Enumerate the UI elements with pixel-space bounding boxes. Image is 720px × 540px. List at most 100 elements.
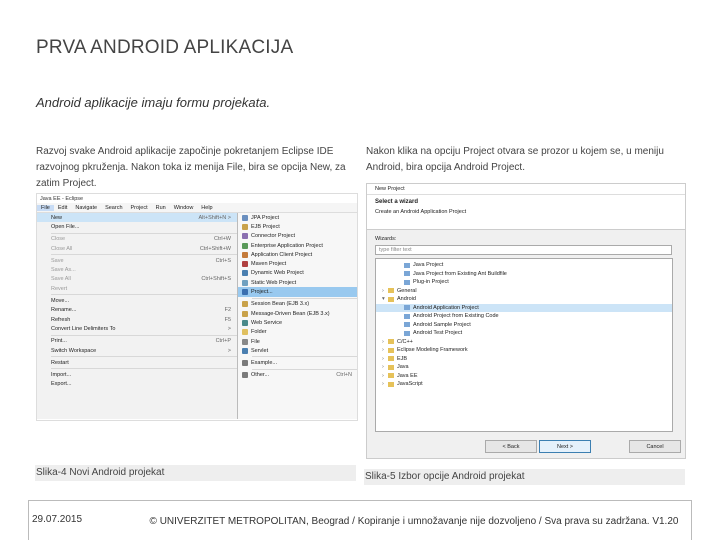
wizard-tree-item-label: Plug-in Project xyxy=(413,279,449,286)
file-menu-item-label: Revert xyxy=(51,285,68,292)
menubar-item[interactable]: Window xyxy=(170,205,198,211)
file-menu-item[interactable]: Convert Line Delimiters To > xyxy=(37,324,237,333)
file-menu-item[interactable]: Switch Workspace > xyxy=(37,346,237,355)
file-menu-item[interactable]: Rename... F2 xyxy=(37,306,237,315)
footer-left-divider xyxy=(28,500,29,540)
wizard-tree-item-label: Android Application Project xyxy=(413,304,479,311)
file-menu-item[interactable]: New Alt+Shift+N > xyxy=(37,213,237,223)
file-menu-item-shortcut: Ctrl+Shift+S xyxy=(201,276,231,283)
new-submenu: JPA Project EJB Project Connector Project E… xyxy=(237,213,357,419)
wizard-tree-item-label: Android Project from Existing Code xyxy=(413,313,499,320)
menu-separator xyxy=(51,294,237,296)
wizard-tree-item[interactable]: › JavaScript xyxy=(376,380,672,389)
new-submenu-item-label: Dynamic Web Project xyxy=(251,270,304,277)
file-menu-item[interactable]: Close All Ctrl+Shift+W xyxy=(37,244,237,253)
wizard-tree-item[interactable]: › EJB xyxy=(376,355,672,364)
file-menu-item[interactable]: Refresh F5 xyxy=(37,315,237,324)
wizard-tree-item[interactable]: Plug-in Project xyxy=(376,278,672,287)
wizard-icon xyxy=(404,262,410,268)
wizard-tree: Java Project Java Project from Existing A… xyxy=(375,258,673,432)
wizard-icon xyxy=(404,330,410,336)
caption-left: Slika-4 Novi Android projekat xyxy=(35,465,356,481)
wizard-tree-item[interactable]: Java Project xyxy=(376,261,672,270)
file-menu-item[interactable]: Restart xyxy=(37,358,237,367)
wizard-tree-item[interactable]: › Java EE xyxy=(376,372,672,381)
wizard-tree-item[interactable]: Android Project from Existing Code xyxy=(376,312,672,321)
menubar-item[interactable]: Navigate xyxy=(71,205,101,211)
project-type-icon xyxy=(242,372,248,379)
file-menu-item-label: Save As... xyxy=(51,267,76,274)
project-type-icon xyxy=(242,233,248,240)
new-submenu-item[interactable]: Message-Driven Bean (EJB 3.x) xyxy=(238,309,357,318)
new-submenu-item[interactable]: Servlet xyxy=(238,346,357,355)
wizard-tree-item-label: Java Project from Existing Ant Buildfile xyxy=(413,270,507,277)
new-submenu-item[interactable]: Static Web Project xyxy=(238,278,357,287)
wizard-description: Create an Android Application Project xyxy=(375,209,467,215)
cancel-button[interactable]: Cancel xyxy=(629,440,681,453)
eclipse-menubar: File Edit Navigate Search Project Run Window He… xyxy=(37,203,357,213)
file-menu-item-label: Open File... xyxy=(51,223,80,230)
menubar-item[interactable]: Run xyxy=(152,205,170,211)
new-submenu-item-label: Session Bean (EJB 3.x) xyxy=(251,301,310,308)
menubar-item[interactable]: Help xyxy=(197,205,216,211)
menubar-item[interactable]: Edit xyxy=(54,205,71,211)
wizard-tree-item[interactable]: › Eclipse Modeling Framework xyxy=(376,346,672,355)
file-menu-item-label: Close All xyxy=(51,245,73,252)
wizard-tree-item[interactable]: › Java xyxy=(376,363,672,372)
file-menu-item[interactable]: Save Ctrl+S xyxy=(37,256,237,265)
file-menu-item-shortcut: > xyxy=(227,325,231,332)
file-menu-item[interactable]: Open File... xyxy=(37,222,237,231)
project-type-icon xyxy=(242,223,248,230)
wizard-tree-item-label: C/C++ xyxy=(397,338,413,345)
new-submenu-item[interactable]: Project... xyxy=(238,287,357,297)
back-button[interactable]: < Back xyxy=(485,440,537,453)
menubar-item[interactable]: File xyxy=(37,204,54,211)
new-submenu-item[interactable]: Dynamic Web Project xyxy=(238,269,357,278)
file-menu-item[interactable]: Move... xyxy=(37,296,237,305)
wizard-tree-item[interactable]: › General xyxy=(376,287,672,296)
wizard-tree-item[interactable]: Android Sample Project xyxy=(376,321,672,330)
wizard-tree-item[interactable]: Android Application Project xyxy=(376,303,672,312)
new-submenu-item[interactable]: Session Bean (EJB 3.x) xyxy=(238,300,357,309)
file-menu-item[interactable]: Close Ctrl+W xyxy=(37,235,237,244)
file-menu-item[interactable]: Export... xyxy=(37,380,237,389)
next-button[interactable]: Next > xyxy=(539,440,591,453)
new-submenu-item[interactable]: Maven Project xyxy=(238,259,357,268)
new-submenu-item[interactable]: Connector Project xyxy=(238,232,357,241)
wizard-tree-item[interactable]: Java Project from Existing Ant Buildfile xyxy=(376,270,672,279)
project-type-icon xyxy=(242,360,248,367)
menubar-item[interactable]: Project xyxy=(127,205,152,211)
file-menu-item-label: Convert Line Delimiters To xyxy=(51,325,116,332)
new-submenu-item-label: JPA Project xyxy=(251,214,280,221)
project-type-icon xyxy=(242,329,248,336)
file-menu-item[interactable]: Print... Ctrl+P xyxy=(37,337,237,346)
menu-separator xyxy=(51,368,237,370)
new-submenu-item[interactable]: Application Client Project xyxy=(238,250,357,259)
new-submenu-item[interactable]: Web Service xyxy=(238,318,357,327)
menubar-item[interactable]: Search xyxy=(101,205,126,211)
new-submenu-item[interactable]: Example... xyxy=(238,358,357,367)
new-submenu-item[interactable]: Enterprise Application Project xyxy=(238,241,357,250)
folder-icon xyxy=(388,347,394,353)
file-menu-item-label: Close xyxy=(51,236,66,243)
file-menu-item[interactable]: Save All Ctrl+Shift+S xyxy=(37,275,237,284)
file-menu-item[interactable]: Revert xyxy=(37,284,237,293)
new-submenu-item[interactable]: Other... Ctrl+N xyxy=(238,371,357,380)
new-submenu-item[interactable]: EJB Project xyxy=(238,222,357,231)
wizard-tree-item[interactable]: › C/C++ xyxy=(376,338,672,347)
new-submenu-item[interactable]: Folder xyxy=(238,328,357,337)
file-menu-item[interactable]: Save As... xyxy=(37,265,237,274)
wizard-tree-item[interactable]: Android Test Project xyxy=(376,329,672,338)
wizard-body: Wizards: type filter text Java Project Ja… xyxy=(367,230,685,438)
new-submenu-item[interactable]: File xyxy=(238,337,357,346)
wizard-icon xyxy=(404,271,410,277)
wizards-label: Wizards: xyxy=(375,236,397,242)
file-menu-item[interactable]: Import... xyxy=(37,370,237,379)
project-type-icon xyxy=(242,301,248,308)
file-menu-item-label: Print... xyxy=(51,338,67,345)
wizard-buttons: < Back Next > Cancel xyxy=(367,436,685,456)
new-submenu-item[interactable]: JPA Project xyxy=(238,213,357,222)
wizard-filter-input[interactable]: type filter text xyxy=(375,245,672,255)
wizard-tree-item[interactable]: ▾ Android xyxy=(376,295,672,304)
wizard-tree-item-label: Java Project xyxy=(413,262,444,269)
